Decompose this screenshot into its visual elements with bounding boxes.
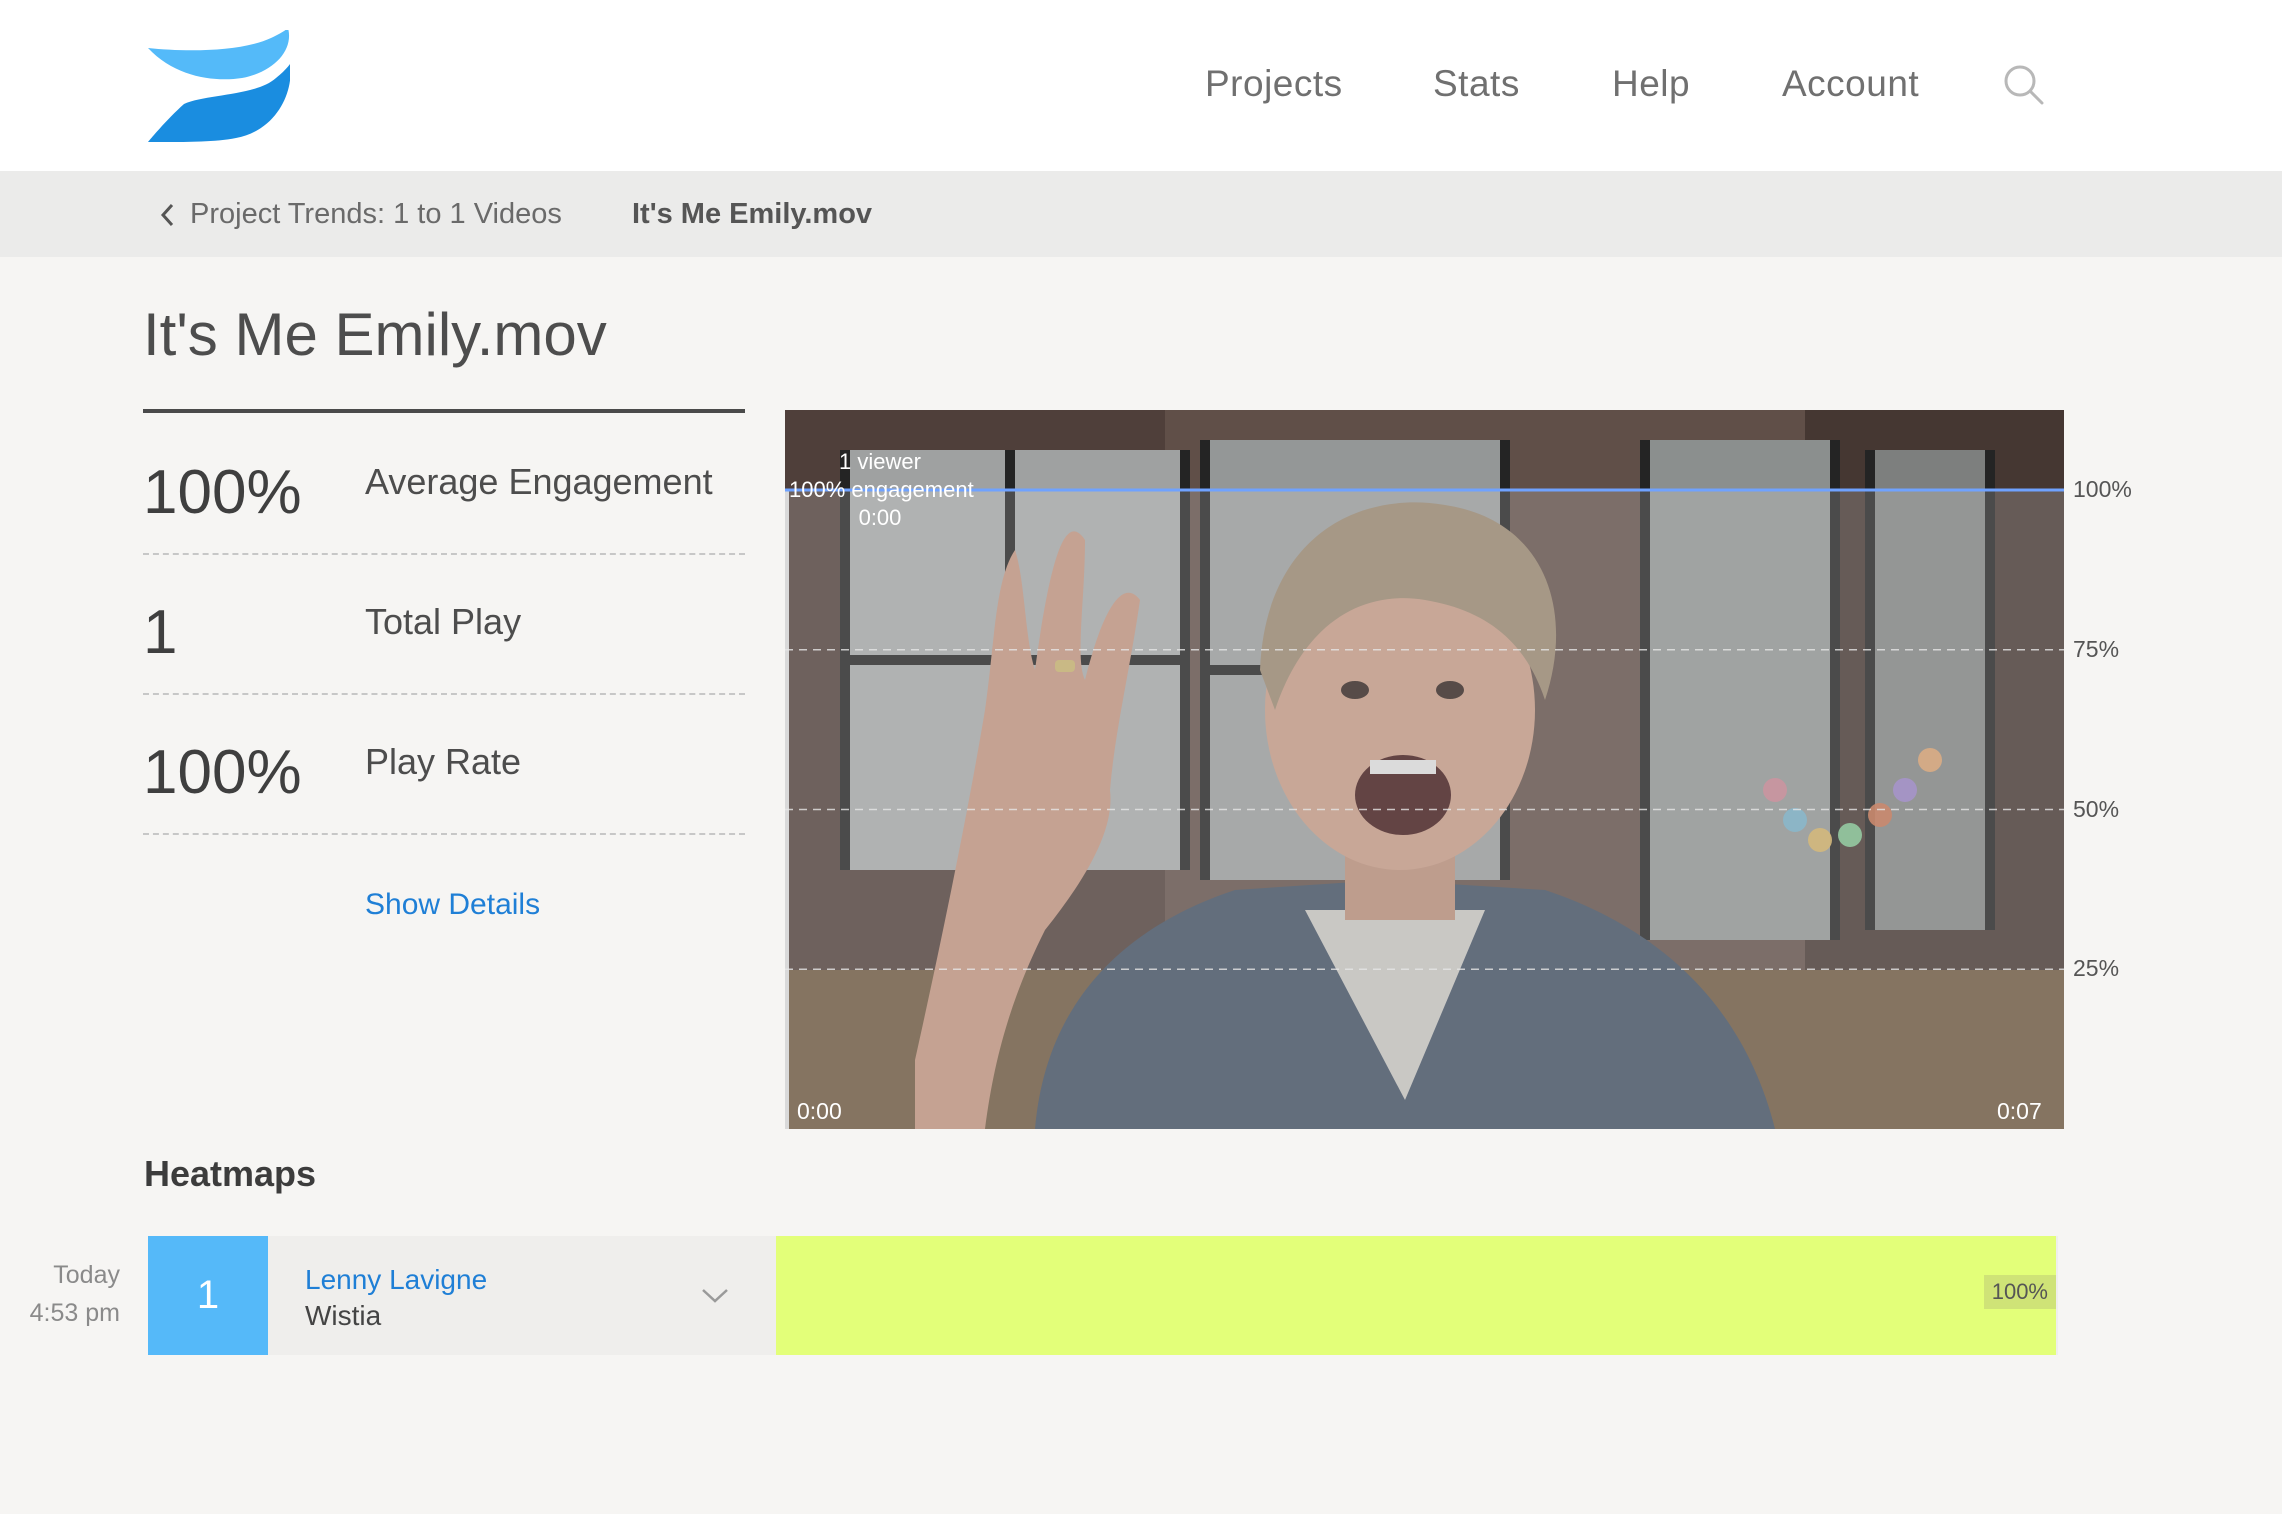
engagement-chart-svg — [785, 488, 2064, 970]
tooltip-viewers: 1 viewer — [839, 449, 921, 474]
heatmap-bar: 100% — [776, 1236, 2056, 1355]
wistia-logo[interactable] — [146, 30, 290, 142]
nav-account[interactable]: Account — [1782, 63, 1919, 105]
show-details-link[interactable]: Show Details — [365, 888, 540, 922]
heatmaps-heading: Heatmaps — [144, 1153, 317, 1194]
tooltip-time: 0:00 — [858, 505, 902, 530]
heatmap-view-count: 1 — [148, 1236, 268, 1355]
chevron-down-icon[interactable] — [700, 1286, 730, 1306]
y-tick-label: 50% — [2073, 795, 2120, 822]
viewer-name-link[interactable]: Lenny Lavigne — [305, 1264, 487, 1296]
stat-label: Average Engagement — [365, 461, 713, 502]
nav-stats[interactable]: Stats — [1433, 63, 1520, 105]
heatmap-row-date: Today — [53, 1261, 120, 1289]
engagement-chart: 1 viewer 100% engagement 0:00 0:00 0:07 … — [785, 410, 2145, 1129]
nav-projects[interactable]: Projects — [1205, 63, 1343, 105]
breadcrumb-back-link[interactable]: Project Trends: 1 to 1 Videos — [160, 198, 562, 231]
stat-value: 100% — [143, 458, 302, 527]
breadcrumb-back-label: Project Trends: 1 to 1 Videos — [190, 198, 562, 230]
video-end-time: 0:07 — [1997, 1098, 2042, 1124]
stat-average-engagement: 100% Average Engagement — [143, 413, 745, 555]
video-start-time: 0:00 — [797, 1098, 842, 1124]
heatmap-percent: 100% — [1983, 1275, 2056, 1309]
search-icon[interactable] — [2002, 63, 2046, 107]
stat-total-play: 1 Total Play — [143, 553, 745, 695]
y-tick-label: 25% — [2073, 955, 2120, 982]
breadcrumb-current: It's Me Emily.mov — [632, 198, 873, 230]
top-navigation-bar: Projects Stats Help Account — [0, 0, 2282, 171]
stat-label: Total Play — [365, 601, 522, 642]
stat-label: Play Rate — [365, 741, 522, 782]
y-tick-label: 75% — [2073, 635, 2120, 662]
engagement-tooltip: 1 viewer 100% engagement 0:00 — [789, 448, 974, 532]
stat-value: 1 — [143, 598, 178, 667]
y-tick-label: 100% — [2073, 476, 2132, 502]
nav-help[interactable]: Help — [1612, 63, 1690, 105]
tooltip-engagement: 100% engagement — [789, 477, 974, 502]
heatmap-row[interactable]: 1 Lenny Lavigne Wistia 100% — [148, 1236, 2058, 1355]
stat-value: 100% — [143, 738, 302, 807]
stat-play-rate: 100% Play Rate — [143, 693, 745, 835]
page-title: It's Me Emily.mov — [143, 301, 607, 368]
viewer-organization: Wistia — [305, 1300, 382, 1331]
heatmap-row-time: 4:53 pm — [29, 1299, 120, 1327]
chevron-left-icon — [160, 203, 174, 226]
